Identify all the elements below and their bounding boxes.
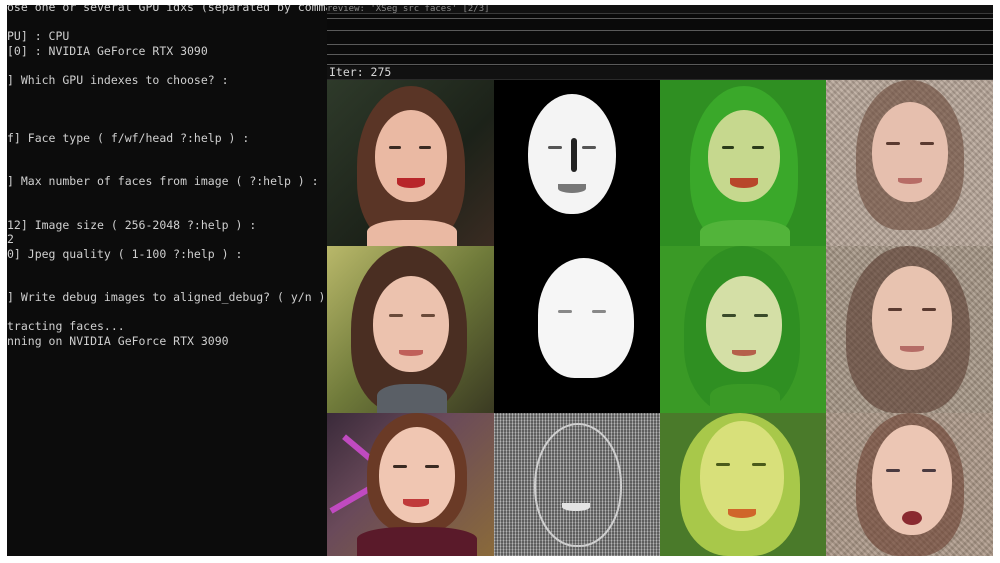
console-line: ] Write debug images to aligned_debug? (…	[7, 290, 327, 304]
console-window: ose one or several GPU idxs (separated b…	[7, 5, 327, 556]
source-face-1	[327, 80, 494, 246]
console-line: f] Face type ( f/wf/head ?:help ) :	[7, 130, 250, 145]
mask-overlay-2	[660, 246, 826, 413]
preview-grid	[327, 80, 993, 556]
console-line: [0] : NVIDIA GeForce RTX 3090	[7, 43, 208, 58]
screenshot-frame: ose one or several GPU idxs (separated b…	[7, 5, 993, 556]
console-line: tracting faces...	[7, 319, 125, 333]
console-line: 12] Image size ( 256-2048 ?:help ) :	[7, 217, 257, 232]
xseg-preview-window: review: 'XSeg src faces' [2/3] Iter: 275	[327, 5, 993, 556]
console-line: nning on NVIDIA GeForce RTX 3090	[7, 333, 229, 348]
loss-graph	[327, 13, 993, 66]
console-line: ] Which GPU indexes to choose? :	[7, 72, 229, 87]
console-line: 0] Jpeg quality ( 1-100 ?:help ) :	[7, 246, 243, 261]
predicted-face-1	[826, 80, 993, 246]
console-line: 2	[7, 232, 14, 246]
preview-title: review: 'XSeg src faces' [2/3]	[327, 5, 490, 13]
source-face-3	[327, 413, 494, 556]
mask-overlay-3	[660, 413, 826, 556]
predicted-face-3	[826, 413, 993, 556]
console-line: ] Max number of faces from image ( ?:hel…	[7, 174, 319, 188]
console-line: PU] : CPU	[7, 29, 70, 43]
predicted-face-2	[826, 246, 993, 413]
mask-1	[494, 80, 660, 246]
mask-overlay-1	[660, 80, 826, 246]
iteration-label: Iter: 275	[329, 65, 392, 79]
console-line: ose one or several GPU idxs (separated b…	[7, 5, 327, 14]
mask-3	[494, 413, 660, 556]
source-face-2	[327, 246, 494, 413]
mask-2	[494, 246, 660, 413]
